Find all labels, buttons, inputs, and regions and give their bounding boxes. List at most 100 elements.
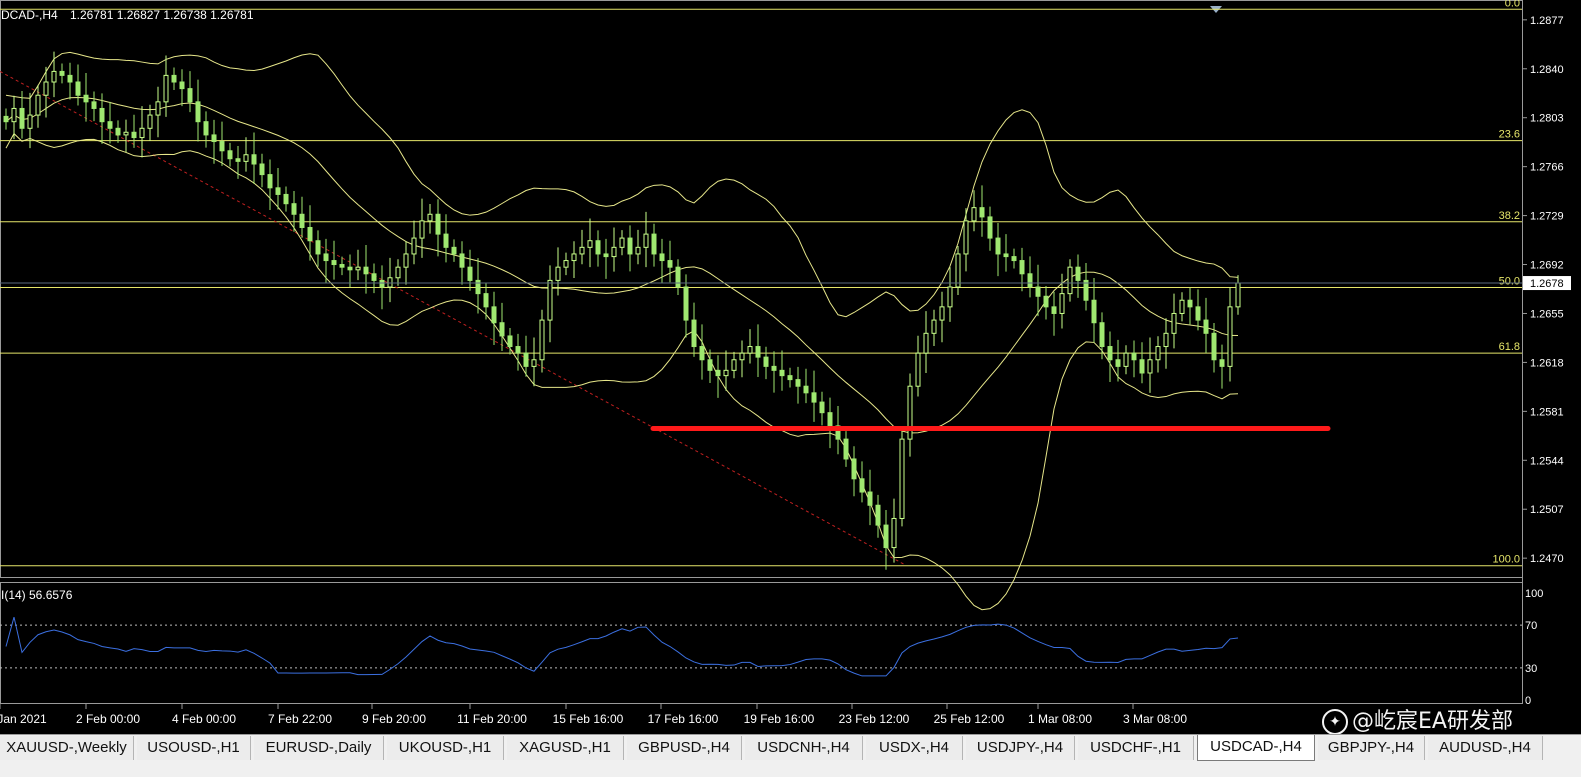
chart-area[interactable]: 0.0 23.6 38.2 50.0 61.8 100.0 100 70 30 0 1.2877…	[0, 0, 1581, 734]
candle-body	[1107, 346, 1113, 361]
candle-body	[563, 260, 569, 268]
candle-body	[1091, 299, 1097, 324]
candle-body	[235, 158, 241, 162]
candle-body	[323, 253, 329, 262]
candle-body	[787, 375, 793, 381]
candle-body	[691, 319, 697, 348]
candle-body	[419, 220, 425, 239]
candle-body	[1163, 332, 1169, 348]
candle-body	[387, 277, 393, 288]
tab-usdjpy-h4[interactable]: USDJPY-,H4	[966, 736, 1075, 760]
candle-body	[27, 114, 33, 129]
candle-body	[1051, 306, 1057, 314]
chart-tab-bar: XAUUSD-,Weekly USOUSD-,H1 EURUSD-,Daily UKO…	[0, 734, 1581, 777]
time-axis-label: 7 Feb 22:00	[268, 712, 332, 726]
candle-body	[1011, 256, 1017, 262]
candle-body	[955, 253, 961, 288]
band-lower	[5, 132, 1239, 611]
candle-body	[1187, 299, 1193, 308]
fib-level-label: 100.0	[1492, 554, 1520, 566]
candle-body	[515, 346, 521, 354]
candle-body	[379, 279, 385, 288]
candle-body	[307, 226, 313, 242]
tab-usousd-h1[interactable]: USOUSD-,H1	[137, 736, 251, 760]
candle-body	[1099, 322, 1105, 348]
trendline[interactable]	[0, 70, 906, 566]
candle-body	[491, 306, 497, 324]
candle-body	[1035, 286, 1041, 297]
candle-body	[291, 203, 297, 215]
tab-usdcad-h4[interactable]: USDCAD-,H4	[1197, 735, 1315, 761]
candle-body	[571, 253, 577, 262]
tab-xagusd-h1[interactable]: XAGUSD-,H1	[507, 736, 624, 760]
tab-usdx-h4[interactable]: USDX-,H4	[866, 736, 963, 760]
tab-audusd-h4[interactable]: AUDUSD-,H4	[1428, 736, 1543, 760]
candle-body	[443, 233, 449, 248]
candle-body	[995, 237, 1001, 255]
price-axis-label: 1.2840	[1530, 64, 1564, 76]
candle-body	[659, 253, 665, 262]
candle-body	[851, 458, 857, 480]
candle-body	[91, 101, 97, 109]
candle-body	[83, 94, 89, 103]
candle-body	[1139, 359, 1145, 374]
candle-body	[707, 359, 713, 371]
tab-usdchf-h1[interactable]: USDCHF-,H1	[1078, 736, 1194, 760]
candle-body	[667, 260, 673, 268]
candle-body	[1027, 273, 1033, 288]
candle-body	[403, 253, 409, 268]
candle-body	[795, 379, 801, 387]
candle-body	[723, 369, 729, 377]
candle-body	[179, 81, 185, 90]
time-axis-label: Jan 2021	[0, 712, 47, 726]
candle-body	[115, 127, 121, 136]
candle-body	[371, 273, 377, 281]
candle-body	[11, 107, 17, 123]
candle-body	[595, 240, 601, 255]
candle-body	[195, 101, 201, 123]
candle-body	[1131, 352, 1137, 361]
candle-body	[611, 246, 617, 258]
candle-body	[715, 369, 721, 377]
tab-gbpjpy-h4[interactable]: GBPJPY-,H4	[1318, 736, 1425, 760]
candle-body	[683, 286, 689, 321]
candle-body	[811, 392, 817, 403]
candle-body	[731, 359, 737, 371]
candle-body	[603, 253, 609, 258]
tab-xauusd-weekly[interactable]: XAUUSD-,Weekly	[0, 736, 134, 760]
candle-body	[1043, 295, 1049, 308]
candle-body	[275, 187, 281, 195]
candle-body	[1115, 359, 1121, 367]
price-axis-label: 1.2692	[1530, 260, 1564, 272]
candle-body	[43, 81, 49, 96]
tab-usdcnh-h4[interactable]: USDCNH-,H4	[745, 736, 863, 760]
candle-body	[859, 478, 865, 493]
candle-body	[739, 352, 745, 361]
candle-body	[3, 115, 9, 123]
price-axis-label: 1.2507	[1530, 504, 1564, 516]
candle-body	[355, 266, 361, 271]
candle-body	[1147, 359, 1153, 374]
fib-level-label: 0.0	[1505, 0, 1520, 9]
fib-level-label: 50.0	[1499, 276, 1520, 288]
rsi-axis-label: 100	[1525, 588, 1543, 600]
time-axis-label: 15 Feb 16:00	[553, 712, 624, 726]
time-axis-label: 17 Feb 16:00	[648, 712, 719, 726]
tab-ukousd-h1[interactable]: UKOUSD-,H1	[387, 736, 504, 760]
rsi-axis-label: 30	[1525, 663, 1537, 675]
candle-body	[675, 266, 681, 288]
candle-body	[1195, 306, 1201, 321]
candle-body	[299, 213, 305, 228]
candle-body	[1003, 253, 1009, 258]
time-axis-label: 3 Mar 08:00	[1123, 712, 1187, 726]
candle-body	[579, 246, 585, 255]
candle-body	[891, 517, 897, 549]
tab-gbpusd-h4[interactable]: GBPUSD-,H4	[627, 736, 742, 760]
candle-body	[1059, 293, 1065, 314]
tab-eurusd-daily[interactable]: EURUSD-,Daily	[254, 736, 384, 760]
time-axis-label: 25 Feb 12:00	[934, 712, 1005, 726]
time-axis-label: 9 Feb 20:00	[362, 712, 426, 726]
candle-body	[211, 134, 217, 143]
candle-body	[283, 193, 289, 205]
candle-body	[587, 240, 593, 248]
